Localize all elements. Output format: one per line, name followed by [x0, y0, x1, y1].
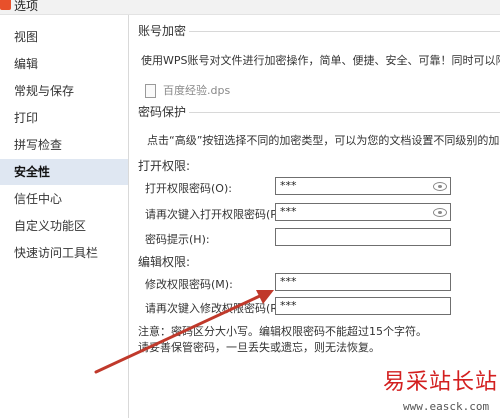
watermark-text: 易采站长站 — [383, 370, 499, 395]
watermark: 易采站长站 www.easck.com — [383, 364, 500, 418]
arrow-shape — [94, 290, 274, 374]
watermark-url: www.easck.com — [403, 400, 490, 413]
annotation-arrow — [94, 290, 274, 374]
